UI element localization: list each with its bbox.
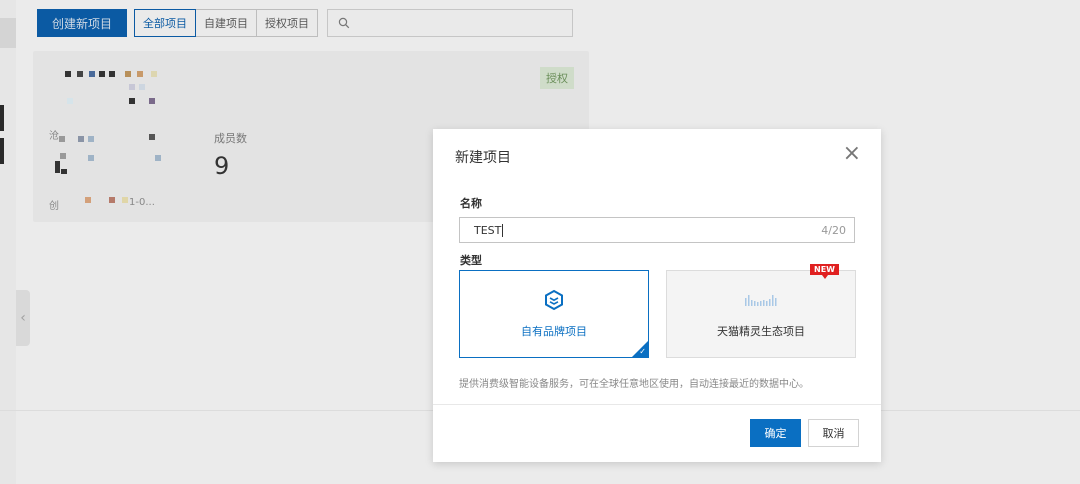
collapse-arrow-icon[interactable]: ‹ [16, 290, 30, 346]
card-partial-label: 创 [49, 201, 59, 212]
new-badge: NEW [810, 264, 839, 279]
left-sidebar [0, 0, 16, 484]
check-icon: ✓ [639, 347, 646, 356]
filter-authorized-projects[interactable]: 授权项目 [256, 9, 319, 37]
project-toolbar: 创建新项目 全部项目 自建项目 授权项目 [37, 9, 574, 37]
tmall-genie-icon [745, 295, 777, 306]
cancel-button[interactable]: 取消 [808, 419, 859, 447]
type-option-own-brand[interactable]: 自有品牌项目 ✓ [459, 270, 649, 358]
card-partial-label: 沧 [49, 131, 59, 142]
type-description: 提供消费级智能设备服务，可在全球任意地区使用，自动连接最近的数据中心。 [459, 379, 809, 390]
new-project-dialog: 新建项目 × 名称 TEST 4/20 类型 自有品牌项目 ✓ NEW 天猫精灵… [433, 129, 881, 462]
character-count: 4/20 [821, 223, 846, 237]
type-field-label: 类型 [460, 254, 482, 267]
confirm-button[interactable]: 确定 [750, 419, 801, 447]
project-name-value: TEST [474, 223, 502, 237]
text-caret [502, 223, 504, 237]
dialog-footer-divider [433, 404, 881, 405]
search-input[interactable] [327, 9, 574, 37]
project-name-input[interactable]: TEST 4/20 [459, 217, 855, 243]
type-option-label: 自有品牌项目 [521, 325, 587, 338]
filter-own-projects[interactable]: 自建项目 [195, 9, 258, 37]
members-label: 成员数 [214, 132, 247, 145]
sidebar-marker [0, 138, 4, 164]
card-partial-label: 1-0... [129, 197, 155, 208]
close-icon[interactable]: × [843, 143, 861, 165]
type-option-tmall-genie[interactable]: NEW 天猫精灵生态项目 [666, 264, 856, 358]
type-option-label: 天猫精灵生态项目 [717, 325, 805, 338]
sidebar-tab[interactable] [0, 18, 16, 48]
dialog-title: 新建项目 [455, 150, 511, 166]
authorized-badge: 授权 [540, 67, 574, 89]
sidebar-marker [0, 105, 4, 131]
name-field-label: 名称 [460, 197, 482, 210]
filter-all-projects[interactable]: 全部项目 [134, 9, 197, 37]
cube-hex-icon [545, 289, 563, 311]
create-project-button[interactable]: 创建新项目 [37, 9, 128, 37]
search-icon [338, 17, 350, 29]
members-count: 9 [214, 152, 230, 180]
project-filter-group: 全部项目 自建项目 授权项目 [134, 9, 319, 37]
